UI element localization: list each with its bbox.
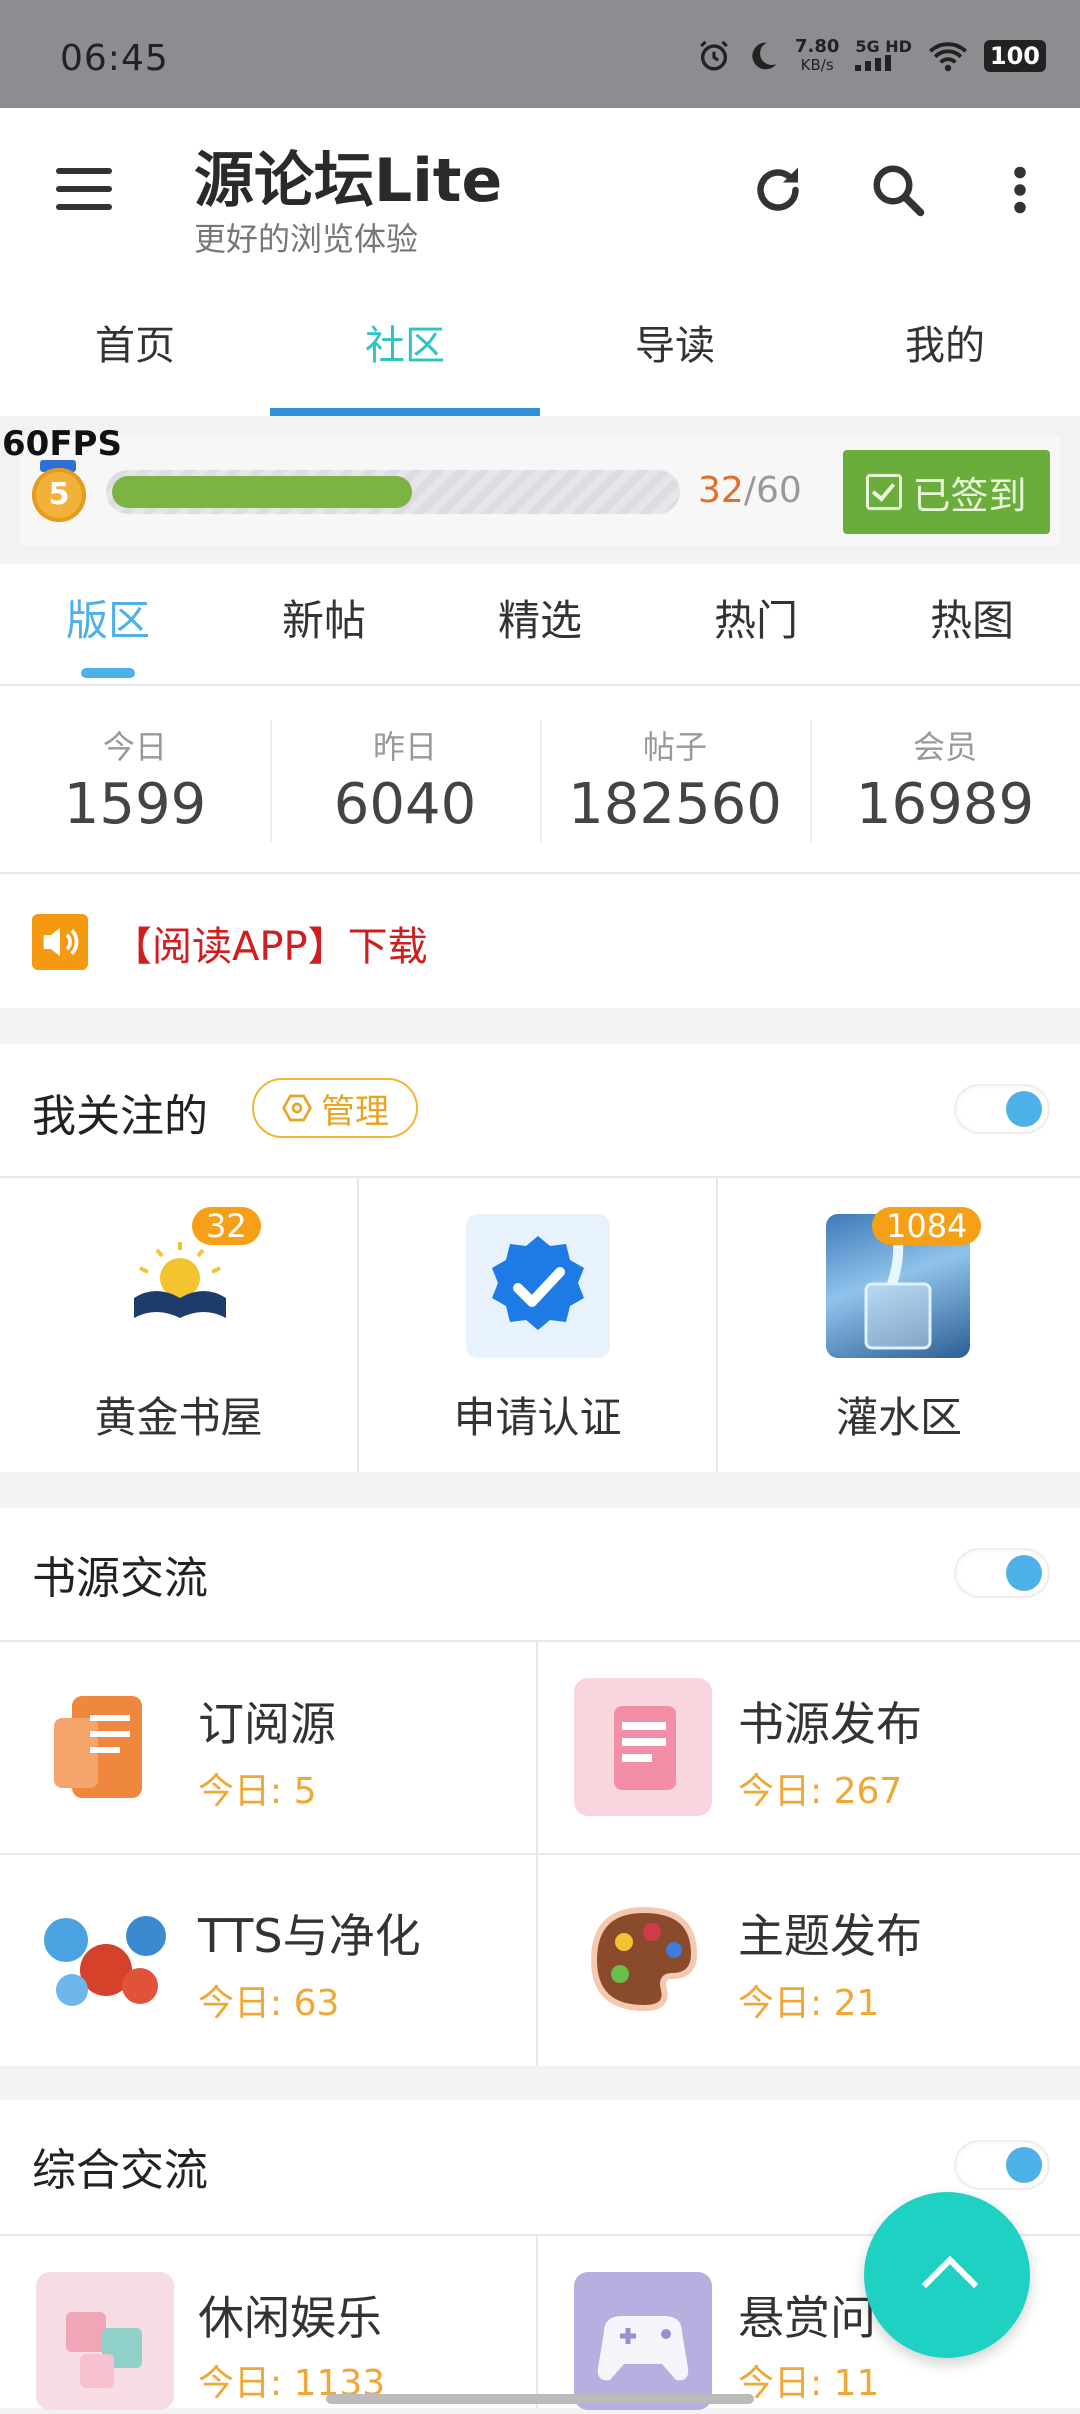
forum-name[interactable]: 休闲娱乐 <box>198 2282 382 2348</box>
notice-text[interactable]: 【阅读APP】下载 <box>112 914 428 972</box>
scroll-top-button[interactable] <box>864 2192 1030 2358</box>
forum-name[interactable]: 书源发布 <box>738 1688 922 1754</box>
stat-yesterday: 昨日 6040 <box>270 686 540 872</box>
subtab-boards[interactable]: 版区 <box>0 564 216 684</box>
alarm-icon <box>700 40 728 71</box>
gamepad-icon[interactable] <box>574 2272 712 2410</box>
palette-icon[interactable] <box>574 1890 712 2028</box>
speaker-icon <box>32 914 88 970</box>
section-title: 综合交流 <box>32 2145 208 2196</box>
signal-label: 5G HD <box>855 38 912 74</box>
forum-today-count: 今日: 63 <box>198 1983 340 2024</box>
battery-icon: 100 <box>983 40 1046 72</box>
tab-community[interactable]: 社区 <box>270 286 540 416</box>
checkin-button[interactable]: 已签到 <box>843 450 1050 534</box>
followed-item-name[interactable]: 申请认证 <box>359 1384 716 1445</box>
net-rate: 7.80 KB/s <box>794 36 840 75</box>
menu-icon[interactable] <box>56 168 112 212</box>
subtab-featured[interactable]: 精选 <box>432 564 648 684</box>
level-progress-bar <box>106 470 680 514</box>
tab-home[interactable]: 首页 <box>0 286 270 416</box>
followed-item-name[interactable]: 灌水区 <box>718 1384 1080 1445</box>
checkbox-icon <box>866 474 903 510</box>
subscription-source-icon[interactable] <box>36 1678 174 1816</box>
gesture-home-bar[interactable] <box>326 2394 754 2404</box>
book-source-release-icon[interactable] <box>574 1678 712 1816</box>
forum-name[interactable]: 主题发布 <box>738 1900 922 1966</box>
more-vert-icon[interactable] <box>990 160 1050 220</box>
section-title: 书源交流 <box>32 1553 208 1604</box>
followed-item-name[interactable]: 黄金书屋 <box>0 1384 357 1445</box>
hexagon-settings-icon <box>282 1094 312 1122</box>
level-progress-fill <box>112 476 412 508</box>
chevron-up-icon <box>921 2255 979 2313</box>
section-title: 我关注的 <box>32 1091 208 1142</box>
verified-badge-icon[interactable] <box>466 1214 610 1358</box>
leisure-icon[interactable] <box>36 2272 174 2410</box>
status-time: 06:45 <box>60 38 169 79</box>
divider <box>0 1640 1080 1642</box>
sub-tabs: 版区 新帖 精选 热门 热图 <box>0 564 1080 686</box>
wifi-icon <box>928 42 967 72</box>
forum-today-count: 今日: 5 <box>198 1771 317 1812</box>
forum-today-count: 今日: 21 <box>738 1983 880 2024</box>
stat-today: 今日 1599 <box>63 728 207 837</box>
followed-section: 我关注的 管理 32 黄金书屋 申请认证 1084 灌水区 <box>0 1044 1080 1472</box>
forum-today-count: 今日: 11 <box>738 2363 880 2404</box>
unread-badge: 1084 <box>872 1207 982 1245</box>
level-medal-icon: 5 <box>32 468 86 522</box>
subtab-new-posts[interactable]: 新帖 <box>216 564 432 684</box>
main-tabs: 首页 社区 导读 我的 <box>0 286 1080 416</box>
forum-name[interactable]: 悬赏问 <box>738 2282 876 2348</box>
book-source-section: 书源交流 订阅源 今日: 5 书源发布 今日: 267 TTS与净化 今日: 6… <box>0 1508 1080 2066</box>
divider <box>536 1642 538 2066</box>
manage-button[interactable]: 管理 <box>252 1078 418 1138</box>
unread-badge: 32 <box>192 1207 261 1245</box>
subtab-hot[interactable]: 热门 <box>648 564 864 684</box>
fps-counter: 60FPS <box>2 424 122 464</box>
app-title: 源论坛Lite <box>194 146 503 216</box>
tab-guide[interactable]: 导读 <box>540 286 810 416</box>
level-progress-count: 32/60 <box>698 470 802 511</box>
refresh-icon[interactable] <box>748 160 808 220</box>
signal-icon <box>855 54 892 71</box>
collapse-toggle[interactable] <box>956 1086 1048 1132</box>
forum-name[interactable]: 订阅源 <box>198 1688 336 1754</box>
stat-members: 会员 16989 <box>810 686 1080 872</box>
stat-posts: 帖子 182560 <box>540 686 810 872</box>
forum-today-count: 今日: 267 <box>738 1771 903 1812</box>
app-subtitle: 更好的浏览体验 <box>194 220 419 258</box>
tab-mine[interactable]: 我的 <box>810 286 1080 416</box>
tts-purify-icon[interactable] <box>36 1890 174 2028</box>
divider <box>0 1176 1080 1178</box>
forum-stats: 今日 1599 昨日 6040 帖子 182560 会员 16989 <box>0 686 1080 874</box>
collapse-toggle[interactable] <box>956 2142 1048 2188</box>
moon-icon <box>752 42 777 70</box>
subtab-hot-images[interactable]: 热图 <box>864 564 1080 684</box>
divider <box>536 2236 538 2408</box>
forum-name[interactable]: TTS与净化 <box>198 1900 421 1966</box>
status-icons: 7.80 KB/s 5G HD 100 <box>697 38 1046 74</box>
divider <box>0 1853 1080 1855</box>
collapse-toggle[interactable] <box>956 1550 1048 1596</box>
search-icon[interactable] <box>868 160 928 220</box>
